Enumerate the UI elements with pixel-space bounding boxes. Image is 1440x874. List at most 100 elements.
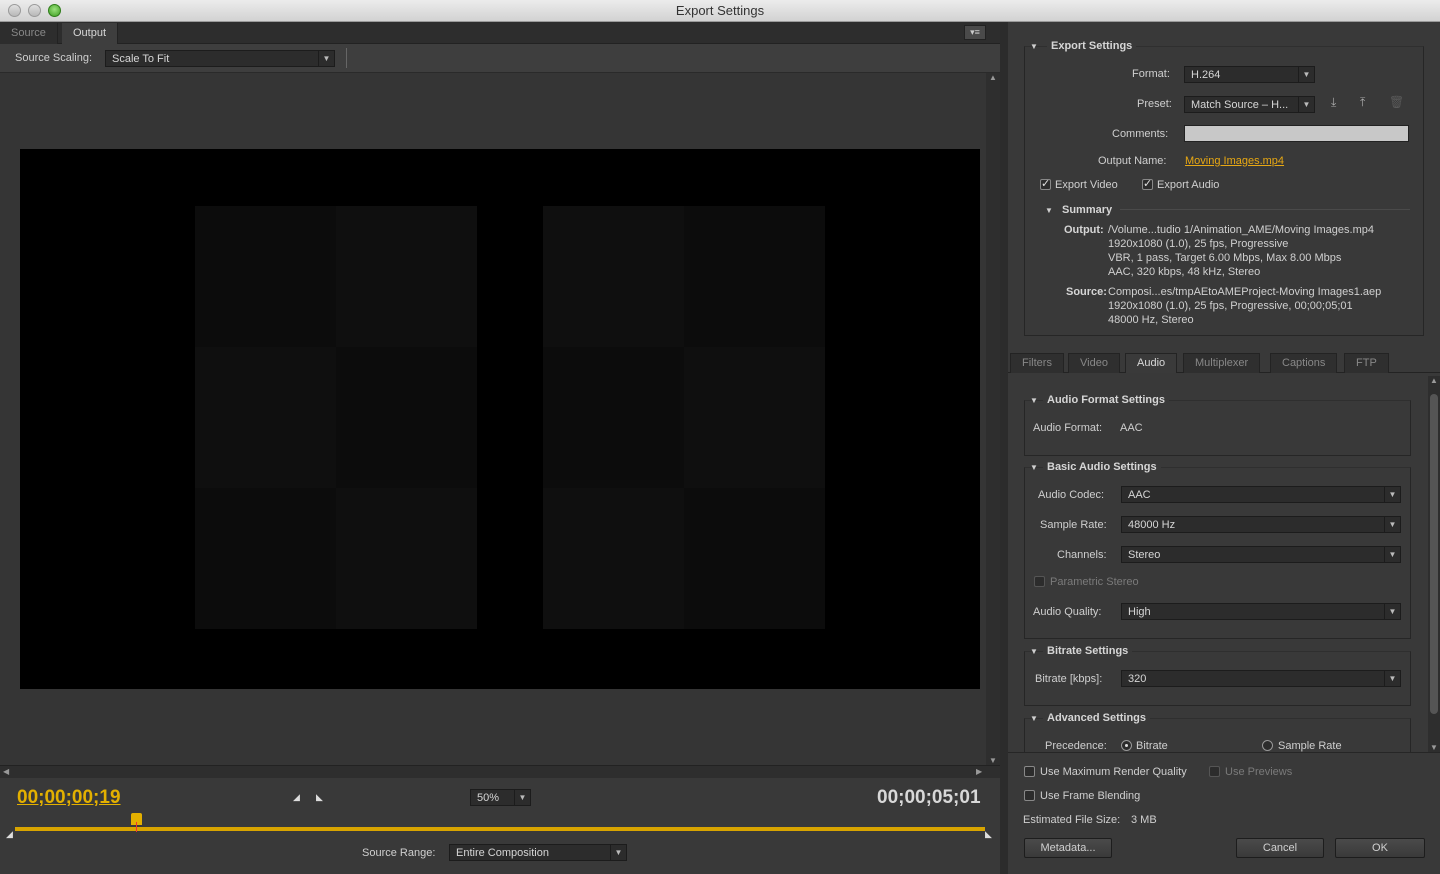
tab-captions[interactable]: Captions [1270,353,1338,373]
scroll-right-icon[interactable]: ▶ [976,767,982,776]
use-previews-checkbox[interactable] [1209,766,1220,777]
summary-output-line: AAC, 320 kbps, 48 kHz, Stereo [1108,266,1261,278]
scroll-up-icon[interactable]: ▲ [989,73,997,82]
source-scaling-label: Source Scaling: [15,52,93,64]
scroll-down-icon[interactable]: ▼ [989,756,997,765]
scroll-left-icon[interactable]: ◀ [3,767,9,776]
tab-ftp[interactable]: FTP [1344,353,1389,373]
video-content-block [543,347,684,488]
precedence-bitrate-radio[interactable] [1121,740,1132,751]
parametric-stereo-checkbox[interactable] [1034,576,1045,587]
chevron-down-icon: ▼ [1298,67,1314,82]
scroll-down-icon[interactable]: ▼ [1430,743,1438,752]
disclosure-triangle-icon[interactable]: ▼ [1045,206,1053,215]
output-name-link[interactable]: Moving Images.mp4 [1185,155,1284,167]
tab-audio[interactable]: Audio [1125,353,1178,373]
bitrate-label: Bitrate [kbps]: [1035,673,1103,685]
estimated-size-value: 3 MB [1131,814,1157,826]
viewer-horizontal-scrollbar[interactable]: ◀ ▶ [0,765,1000,778]
source-scaling-row: Source Scaling: Scale To Fit ▼ [0,44,1000,73]
chevron-down-icon: ▼ [610,845,626,860]
chevron-down-icon: ▼ [514,790,530,805]
audio-codec-dropdown[interactable]: AAC ▼ [1121,486,1401,503]
frame-blending-checkbox[interactable] [1024,790,1035,801]
max-render-quality-label: Use Maximum Render Quality [1040,766,1187,778]
scroll-up-icon[interactable]: ▲ [1430,376,1438,385]
video-content-block [195,347,336,488]
disclosure-triangle-icon[interactable]: ▼ [1030,714,1038,723]
video-frame [20,149,980,689]
chevron-down-icon: ▼ [1298,97,1314,112]
export-audio-label: Export Audio [1157,179,1220,191]
tab-source[interactable]: Source [0,23,58,44]
current-timecode[interactable]: 00;00;00;19 [17,787,121,809]
panel-menu-icon[interactable]: ▾≡ [964,25,986,40]
use-previews-label: Use Previews [1225,766,1293,778]
save-preset-icon[interactable]: ⤓ [1331,95,1336,110]
comments-label: Comments: [1112,128,1169,140]
audio-quality-value: High [1128,606,1151,618]
source-range-dropdown[interactable]: Entire Composition ▼ [449,844,627,861]
ok-button[interactable]: OK [1335,838,1425,858]
bitrate-value: 320 [1128,673,1147,685]
bitrate-section-title: Bitrate Settings [1043,645,1133,657]
disclosure-triangle-icon[interactable]: ▼ [1030,396,1038,405]
source-scaling-dropdown[interactable]: Scale To Fit ▼ [105,50,335,67]
video-content-block [336,206,477,347]
divider [1120,209,1410,210]
zoom-level-dropdown[interactable]: 50% ▼ [470,789,531,806]
summary-output-line: VBR, 1 pass, Target 6.00 Mbps, Max 8.00 … [1108,252,1342,264]
video-content-block [195,488,336,629]
tab-filters[interactable]: Filters [1010,353,1064,373]
out-point-marker-icon[interactable]: ◣ [985,829,992,840]
sample-rate-dropdown[interactable]: 48000 Hz ▼ [1121,516,1401,533]
chevron-down-icon: ▼ [1384,547,1400,562]
comments-field[interactable] [1184,125,1409,142]
export-video-label: Export Video [1055,179,1118,191]
channels-dropdown[interactable]: Stereo ▼ [1121,546,1401,563]
audio-quality-dropdown[interactable]: High ▼ [1121,603,1401,620]
video-content-block [543,206,684,347]
video-content-block [195,206,336,347]
tab-video[interactable]: Video [1068,353,1120,373]
export-audio-checkbox[interactable] [1142,177,1153,190]
scrollbar-thumb[interactable] [1430,394,1438,714]
export-video-checkbox[interactable] [1040,177,1051,190]
chevron-down-icon: ▼ [1384,517,1400,532]
preset-label: Preset: [1137,98,1172,110]
preset-dropdown[interactable]: Match Source – H... ▼ [1184,96,1315,113]
format-value: H.264 [1191,69,1221,81]
import-preset-icon[interactable]: ⤒ [1360,95,1365,110]
delete-preset-icon[interactable]: 🗑 [1389,95,1404,109]
set-in-point-icon[interactable]: ◢ [293,792,300,803]
preset-value: Match Source – H... [1191,99,1289,111]
max-render-quality-checkbox[interactable] [1024,766,1035,777]
timeline-bar[interactable] [15,827,985,831]
disclosure-triangle-icon[interactable]: ▼ [1030,647,1038,656]
cancel-button[interactable]: Cancel [1236,838,1324,858]
format-label: Format: [1132,68,1170,80]
summary-source-line: 48000 Hz, Stereo [1108,314,1194,326]
estimated-size-label: Estimated File Size: [1023,814,1121,826]
format-dropdown[interactable]: H.264 ▼ [1184,66,1315,83]
bitrate-dropdown[interactable]: 320 ▼ [1121,670,1401,687]
video-viewer [0,73,986,765]
metadata-button[interactable]: Metadata... [1024,838,1112,858]
disclosure-triangle-icon[interactable]: ▼ [1030,42,1038,51]
precedence-sample-rate-radio[interactable] [1262,740,1273,751]
precedence-label: Precedence: [1045,740,1107,752]
source-range-label: Source Range: [362,847,436,859]
summary-source-label: Source: [1066,286,1107,298]
basic-audio-section-title: Basic Audio Settings [1043,461,1161,473]
set-out-point-icon[interactable]: ◣ [316,792,323,803]
in-point-marker-icon[interactable]: ◢ [6,829,13,840]
tab-output[interactable]: Output [62,23,119,44]
settings-scrollbar[interactable]: ▲ ▼ [1428,376,1440,752]
tab-multiplexer[interactable]: Multiplexer [1183,353,1261,373]
window-title: Export Settings [675,3,765,18]
viewer-vertical-scrollbar[interactable]: ▲ ▼ [986,73,1000,765]
frame-blending-label: Use Frame Blending [1040,790,1141,802]
duration-timecode: 00;00;05;01 [877,787,981,808]
summary-source-line: Composi...es/tmpAEtoAMEProject-Moving Im… [1108,286,1382,298]
disclosure-triangle-icon[interactable]: ▼ [1030,463,1038,472]
